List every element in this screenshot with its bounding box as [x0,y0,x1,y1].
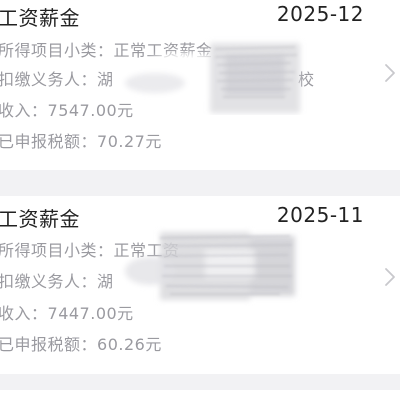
subcategory-value: 正常工资薪金 [113,41,213,60]
income-value: 7447.00元 [47,304,134,323]
income-type-title: 工资薪金 [0,6,80,30]
tax-row: 已申报税额：60.26元 [0,331,162,355]
record-card[interactable]: 工资薪金 2025-11 所得项目小类：正常工资 扣缴义务人：湖 收入：7447… [0,196,400,374]
withholder-row: 扣缴义务人：湖 [0,66,114,90]
subcategory-row: 所得项目小类：正常工资 [0,237,180,261]
income-row: 收入：7547.00元 [0,97,134,121]
tax-record-list: 工资薪金 2025-12 所得项目小类：正常工资薪金 扣缴义务人：湖 校 收入：… [0,0,400,400]
subcategory-row: 所得项目小类：正常工资薪金 [0,37,213,61]
tax-period: 2025-12 [276,2,364,26]
withholder-value: 湖 [97,70,114,89]
record-card[interactable]: 工资薪金 2025-12 所得项目小类：正常工资薪金 扣缴义务人：湖 校 收入：… [0,0,400,170]
income-label: 收入： [0,304,48,323]
income-type-title: 工资薪金 [0,207,80,231]
withholder-value: 湖 [97,272,114,291]
withholder-row: 扣缴义务人：湖 [0,268,114,292]
subcategory-value: 正常工资 [113,241,180,260]
tax-value: 70.27元 [97,132,162,151]
income-label: 收入： [0,101,48,120]
tax-label: 已申报税额： [0,132,98,151]
chevron-right-icon[interactable] [384,267,396,287]
tax-period: 2025-11 [276,203,364,227]
income-row: 收入：7447.00元 [0,300,134,324]
record-card[interactable] [0,390,400,400]
withholder-label: 扣缴义务人： [0,272,98,291]
tax-value: 60.26元 [97,335,162,354]
subcategory-label: 所得项目小类： [0,41,114,60]
withholder-tail: 校 [298,70,315,89]
withholder-label: 扣缴义务人： [0,70,98,89]
tax-row: 已申报税额：70.27元 [0,128,162,152]
tax-label: 已申报税额： [0,335,98,354]
subcategory-label: 所得项目小类： [0,241,114,260]
chevron-right-icon[interactable] [384,63,396,83]
income-value: 7547.00元 [47,101,134,120]
